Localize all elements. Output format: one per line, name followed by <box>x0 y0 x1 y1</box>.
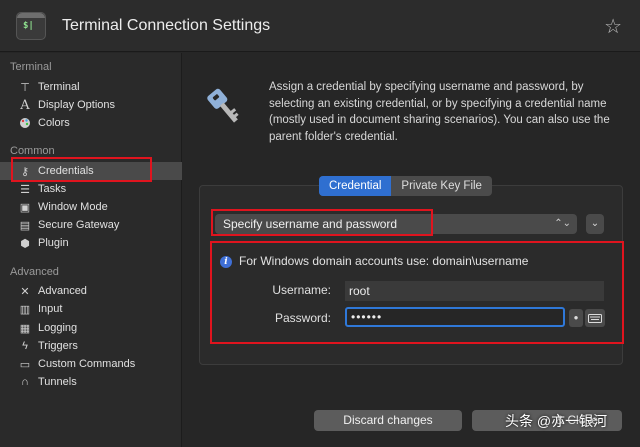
username-label: Username: <box>272 283 331 297</box>
watermark-text: 头条 @亦一银河 <box>505 413 608 429</box>
credential-mode-value: Specify username and password <box>223 217 398 231</box>
terminal-icon: ⊤ <box>20 81 30 94</box>
sidebar-item-tunnels[interactable]: ∩ Tunnels <box>0 373 182 391</box>
tab-credential[interactable]: Credential <box>319 176 392 196</box>
sidebar-item-terminal[interactable]: ⊤ Terminal <box>0 78 182 96</box>
sidebar-item-label: Secure Gateway <box>38 219 120 231</box>
main-panel: Assign a credential by specifying userna… <box>183 53 640 447</box>
command-icon: ▭ <box>19 358 31 371</box>
key-icon: ⚷ <box>20 165 30 178</box>
title-bar: $| Terminal Connection Settings ☆ <box>0 0 640 52</box>
sidebar-item-label: Colors <box>38 117 70 129</box>
section-title-terminal: Terminal <box>10 61 52 73</box>
sidebar-item-tasks[interactable]: ☰ Tasks <box>0 180 182 198</box>
font-icon: A <box>20 97 30 113</box>
sidebar-item-label: Window Mode <box>38 201 108 213</box>
password-field[interactable]: •••••• <box>345 307 565 327</box>
credential-panel <box>199 185 623 365</box>
input-icon: ▥ <box>19 303 31 316</box>
plugin-icon: ⬢ <box>20 237 30 250</box>
sidebar-item-advanced[interactable]: ✕ Advanced <box>0 282 182 300</box>
terminal-app-icon: $| <box>16 12 46 40</box>
section-title-common: Common <box>10 145 55 157</box>
app-icon-glyph: $| <box>23 21 34 31</box>
tools-icon: ✕ <box>20 285 30 298</box>
discard-changes-button[interactable]: Discard changes <box>314 410 462 431</box>
gateway-icon: ▤ <box>19 219 31 232</box>
tasks-icon: ☰ <box>20 183 30 196</box>
star-icon[interactable]: ☆ <box>604 14 622 39</box>
sidebar-item-plugin[interactable]: ⬢ Plugin <box>0 234 182 252</box>
palette-icon <box>18 116 32 130</box>
select-arrows-icon: ⌃⌄ <box>554 218 571 229</box>
window-title: Terminal Connection Settings <box>62 17 271 34</box>
logging-icon: ▦ <box>19 322 31 335</box>
sidebar-item-window-mode[interactable]: ▣ Window Mode <box>0 198 182 216</box>
sidebar-item-label: Credentials <box>38 165 94 177</box>
trigger-icon: ϟ <box>22 340 28 352</box>
tunnel-icon: ∩ <box>21 376 29 388</box>
info-text: For Windows domain accounts use: domain\… <box>239 254 529 268</box>
sidebar: Terminal ⊤ Terminal A Display Options Co… <box>0 53 182 447</box>
sidebar-item-credentials[interactable]: ⚷ Credentials <box>0 162 182 180</box>
sidebar-item-label: Input <box>38 303 63 315</box>
sidebar-item-logging[interactable]: ▦ Logging <box>0 319 182 337</box>
info-icon: i <box>220 256 232 268</box>
sidebar-item-label: Display Options <box>38 99 116 111</box>
sidebar-item-display-options[interactable]: A Display Options <box>0 96 182 114</box>
sidebar-item-secure-gateway[interactable]: ▤ Secure Gateway <box>0 216 182 234</box>
username-field[interactable]: root <box>345 281 604 301</box>
credential-key-icon <box>207 88 239 123</box>
sidebar-item-label: Advanced <box>38 285 87 297</box>
sidebar-item-label: Tunnels <box>38 376 77 388</box>
tab-private-key-file[interactable]: Private Key File <box>391 176 492 196</box>
chevron-down-icon[interactable]: ⌄ <box>586 214 604 234</box>
credential-mode-select[interactable]: Specify username and password ⌃⌄ <box>215 214 577 234</box>
sidebar-item-label: Logging <box>38 322 78 334</box>
sidebar-item-label: Plugin <box>38 237 69 249</box>
sidebar-item-label: Tasks <box>38 183 67 195</box>
sidebar-item-label: Custom Commands <box>38 358 136 370</box>
credential-description: Assign a credential by specifying userna… <box>269 81 610 143</box>
password-label: Password: <box>274 311 331 325</box>
sidebar-item-colors[interactable]: Colors <box>0 114 182 132</box>
section-title-advanced: Advanced <box>10 266 59 278</box>
keyboard-icon[interactable] <box>585 309 605 327</box>
sidebar-item-custom-commands[interactable]: ▭ Custom Commands <box>0 355 182 373</box>
sidebar-item-label: Triggers <box>38 340 78 352</box>
credential-tabs: Credential Private Key File <box>319 176 492 196</box>
sidebar-item-input[interactable]: ▥ Input <box>0 300 182 318</box>
window-icon: ▣ <box>19 201 31 214</box>
reveal-password-button[interactable]: ● <box>569 309 583 327</box>
sidebar-item-triggers[interactable]: ϟ Triggers <box>0 337 182 355</box>
sidebar-item-label: Terminal <box>38 81 80 93</box>
